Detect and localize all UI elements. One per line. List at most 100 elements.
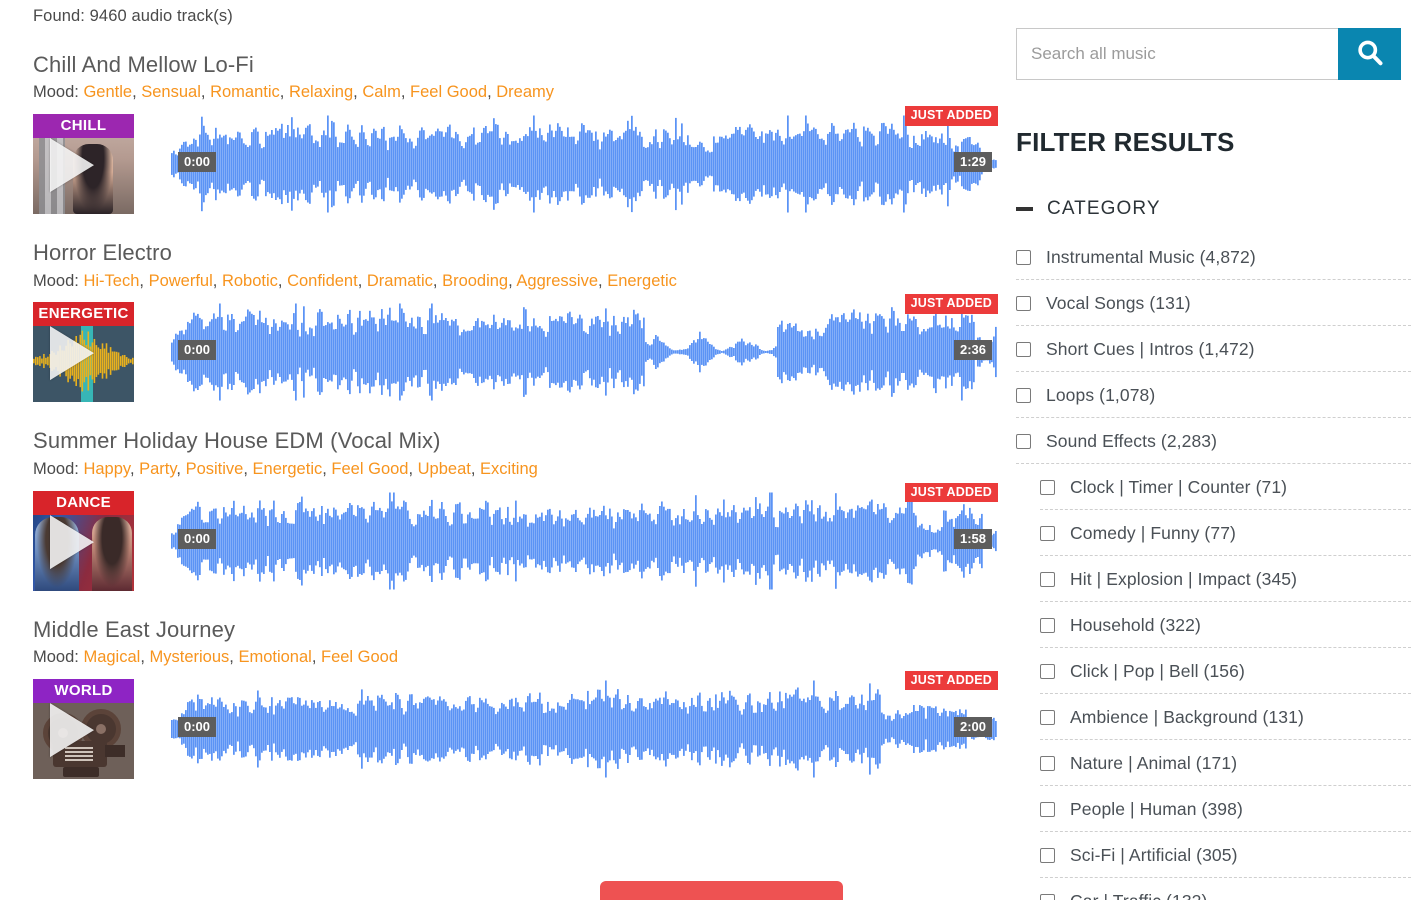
track-mood-line: Mood: Magical, Mysterious, Emotional, Fe… bbox=[33, 648, 1000, 668]
mood-tag[interactable]: Gentle bbox=[83, 83, 132, 101]
play-icon[interactable] bbox=[49, 514, 94, 569]
mood-tag[interactable]: Sensual bbox=[141, 83, 201, 101]
track-thumbnail[interactable]: WORLD bbox=[33, 678, 134, 779]
filter-checkbox[interactable] bbox=[1040, 571, 1055, 587]
track-thumbnail[interactable]: CHILL bbox=[33, 114, 134, 215]
track-thumbnail[interactable]: ENERGETIC bbox=[33, 302, 134, 403]
filter-checkbox[interactable] bbox=[1040, 663, 1055, 679]
mood-separator: , bbox=[487, 83, 497, 102]
track-item: Summer Holiday House EDM (Vocal Mix) Mood… bbox=[33, 428, 1000, 591]
mood-tag[interactable]: Romantic bbox=[210, 83, 280, 101]
track-title[interactable]: Horror Electro bbox=[33, 240, 1000, 266]
filter-checkbox[interactable] bbox=[1016, 433, 1031, 449]
filter-checkbox[interactable] bbox=[1040, 479, 1055, 495]
filter-item[interactable]: Vocal Songs (131) bbox=[1016, 280, 1421, 326]
filter-item[interactable]: People | Human (398) bbox=[1016, 786, 1421, 832]
mood-tag[interactable]: Energetic bbox=[607, 272, 677, 290]
mood-tag[interactable]: Dramatic bbox=[367, 272, 433, 290]
mood-tag[interactable]: Confident bbox=[287, 272, 358, 290]
filter-item[interactable]: Clock | Timer | Counter (71) bbox=[1016, 464, 1421, 510]
mood-tag[interactable]: Happy bbox=[83, 460, 129, 478]
filter-item-label: Household (322) bbox=[1070, 614, 1201, 635]
mood-tag[interactable]: Magical bbox=[83, 648, 140, 666]
mood-tag[interactable]: Robotic bbox=[222, 272, 278, 290]
just-added-badge: JUST ADDED bbox=[904, 106, 998, 126]
filter-item[interactable]: Loops (1,078) bbox=[1016, 372, 1421, 418]
mood-tag[interactable]: Relaxing bbox=[289, 83, 353, 101]
filter-sidebar: FILTER RESULTS CATEGORY Instrumental Mus… bbox=[1016, 0, 1421, 900]
track-player-row: CHILL JUST ADDED 0:00 1:29 bbox=[33, 106, 1000, 215]
play-icon[interactable] bbox=[49, 702, 94, 757]
mood-tag[interactable]: Energetic bbox=[253, 460, 323, 478]
filter-item[interactable]: Car | Traffic (132) bbox=[1016, 878, 1421, 900]
search-button[interactable] bbox=[1338, 28, 1401, 80]
mood-separator: , bbox=[139, 271, 149, 290]
search-results-page: Found: 9460 audio track(s) Chill And Mel… bbox=[0, 0, 1421, 900]
mood-tag[interactable]: Dreamy bbox=[496, 83, 554, 101]
filter-checkbox[interactable] bbox=[1040, 709, 1055, 725]
mood-tag[interactable]: Feel Good bbox=[331, 460, 408, 478]
minus-icon bbox=[1016, 207, 1033, 211]
filter-checkbox[interactable] bbox=[1016, 249, 1031, 265]
mood-tag[interactable]: Aggressive bbox=[516, 272, 598, 290]
mood-tag[interactable]: Positive bbox=[186, 460, 244, 478]
filter-checkbox[interactable] bbox=[1040, 617, 1055, 633]
thumbnail-category-label: ENERGETIC bbox=[33, 302, 134, 327]
filter-checkbox[interactable] bbox=[1040, 893, 1055, 900]
filter-checkbox[interactable] bbox=[1040, 755, 1055, 771]
filter-item-label: Clock | Timer | Counter (71) bbox=[1070, 476, 1288, 497]
mood-tag[interactable]: Party bbox=[139, 460, 176, 478]
filter-item[interactable]: Instrumental Music (4,872) bbox=[1016, 234, 1421, 280]
mood-separator: , bbox=[400, 83, 411, 102]
track-title[interactable]: Chill And Mellow Lo-Fi bbox=[33, 52, 1000, 78]
filter-item[interactable]: Click | Pop | Bell (156) bbox=[1016, 648, 1421, 694]
duration-label: 1:29 bbox=[953, 152, 992, 173]
track-thumbnail[interactable]: DANCE bbox=[33, 490, 134, 591]
mood-tag[interactable]: Upbeat bbox=[418, 460, 471, 478]
filter-item[interactable]: Sound Effects (2,283) bbox=[1016, 418, 1421, 464]
filter-item-label: Comedy | Funny (77) bbox=[1070, 522, 1236, 543]
filter-checkbox[interactable] bbox=[1040, 847, 1055, 863]
filter-checkbox[interactable] bbox=[1016, 387, 1031, 403]
filter-checkbox[interactable] bbox=[1016, 295, 1031, 311]
filter-item[interactable]: Comedy | Funny (77) bbox=[1016, 510, 1421, 556]
mood-tag[interactable]: Emotional bbox=[238, 648, 311, 666]
track-title[interactable]: Summer Holiday House EDM (Vocal Mix) bbox=[33, 428, 1000, 454]
play-icon[interactable] bbox=[49, 326, 94, 381]
mood-tag[interactable]: Calm bbox=[362, 83, 401, 101]
search-input[interactable] bbox=[1016, 28, 1338, 80]
mood-prefix: Mood: bbox=[33, 83, 84, 102]
bottom-red-action-bar[interactable] bbox=[600, 881, 843, 900]
play-icon[interactable] bbox=[49, 138, 94, 193]
filter-item-label: Nature | Animal (171) bbox=[1070, 752, 1238, 773]
mood-tag[interactable]: Brooding bbox=[442, 272, 508, 290]
mood-tag[interactable]: Feel Good bbox=[410, 83, 487, 101]
category-section-header[interactable]: CATEGORY bbox=[1016, 198, 1421, 220]
mood-prefix: Mood: bbox=[33, 271, 84, 290]
current-time-label: 0:00 bbox=[178, 152, 217, 173]
waveform-player[interactable]: JUST ADDED 0:00 2:00 bbox=[171, 670, 998, 779]
waveform-player[interactable]: JUST ADDED 0:00 1:58 bbox=[171, 482, 998, 591]
mood-separator: , bbox=[176, 459, 186, 478]
track-title[interactable]: Middle East Journey bbox=[33, 617, 1000, 643]
filter-checkbox[interactable] bbox=[1040, 525, 1055, 541]
filter-item[interactable]: Sci-Fi | Artificial (305) bbox=[1016, 832, 1421, 878]
filter-item[interactable]: Ambience | Background (131) bbox=[1016, 694, 1421, 740]
track-list: Chill And Mellow Lo-Fi Mood: Gentle, Sens… bbox=[33, 52, 1000, 779]
filter-checkbox[interactable] bbox=[1016, 341, 1031, 357]
mood-tag[interactable]: Exciting bbox=[480, 460, 538, 478]
mood-separator: , bbox=[598, 271, 608, 290]
waveform-player[interactable]: JUST ADDED 0:00 1:29 bbox=[171, 106, 998, 214]
mood-tag[interactable]: Feel Good bbox=[321, 648, 398, 666]
filter-item[interactable]: Hit | Explosion | Impact (345) bbox=[1016, 556, 1421, 602]
filter-item[interactable]: Short Cues | Intros (1,472) bbox=[1016, 326, 1421, 372]
mood-tag[interactable]: Mysterious bbox=[149, 648, 229, 666]
mood-tag[interactable]: Powerful bbox=[149, 272, 213, 290]
filter-item[interactable]: Household (322) bbox=[1016, 602, 1421, 648]
mood-separator: , bbox=[279, 83, 289, 102]
filter-checkbox[interactable] bbox=[1040, 801, 1055, 817]
mood-separator: , bbox=[311, 647, 321, 666]
waveform-player[interactable]: JUST ADDED 0:00 2:36 bbox=[171, 294, 998, 402]
filter-item[interactable]: Nature | Animal (171) bbox=[1016, 740, 1421, 786]
mood-tag[interactable]: Hi-Tech bbox=[83, 272, 139, 290]
